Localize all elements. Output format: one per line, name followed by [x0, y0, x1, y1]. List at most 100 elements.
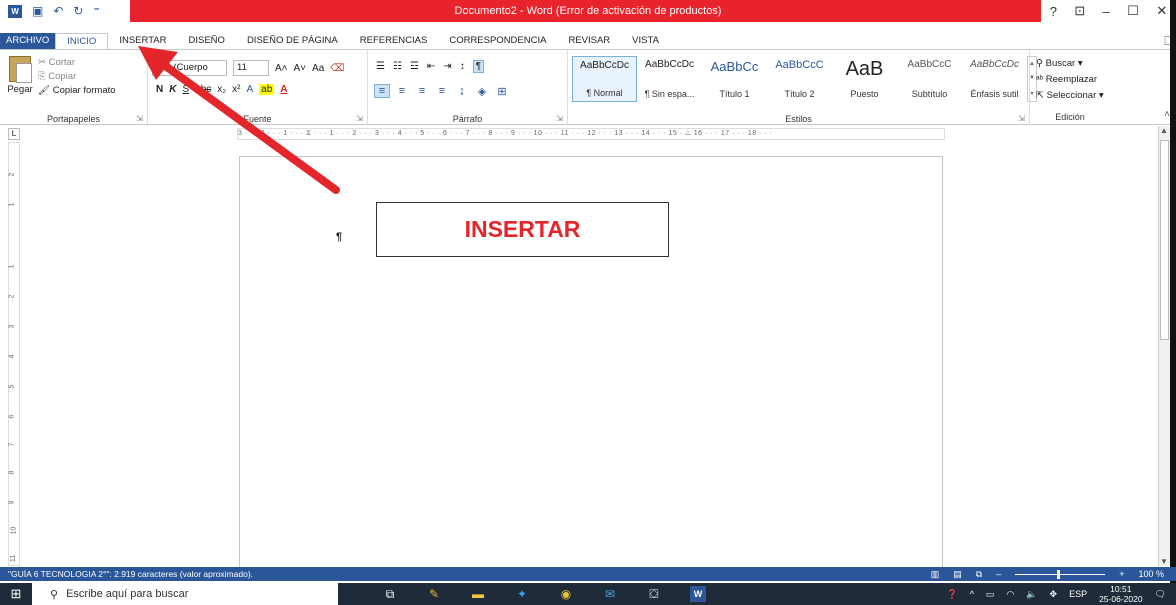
chrome-icon[interactable]: ◉	[558, 586, 574, 602]
store-icon[interactable]: ⛋	[646, 586, 662, 602]
font-launcher-icon[interactable]: ⇲	[356, 114, 363, 123]
tab-insertar[interactable]: INSERTAR	[108, 33, 177, 49]
clock[interactable]: 10:51 25-06-2020	[1099, 584, 1142, 604]
clear-formatting-icon[interactable]: ⌫	[330, 63, 344, 74]
sort-icon[interactable]: ↕	[460, 61, 465, 72]
align-left-icon[interactable]: ≡	[374, 84, 390, 98]
shrink-font-icon[interactable]: A˅	[294, 63, 307, 74]
multilevel-list-icon[interactable]: ☲	[410, 61, 419, 72]
style-title[interactable]: AaB Puesto	[832, 56, 897, 102]
italic-button[interactable]: K	[169, 84, 176, 95]
paint-icon[interactable]: ✎	[426, 586, 442, 602]
tab-correspondencia[interactable]: CORRESPONDENCIA	[438, 33, 557, 49]
justify-icon[interactable]: ≡	[434, 84, 450, 98]
scroll-down-icon[interactable]: ▼	[1160, 557, 1168, 566]
ribbon-display-options-icon[interactable]: ⊡	[1074, 3, 1085, 19]
replace-button[interactable]: ᵃᵇ Reemplazar	[1036, 72, 1104, 88]
tab-diseno-de-pagina[interactable]: DISEÑO DE PÁGINA	[236, 33, 349, 49]
horizontal-ruler[interactable]: 3 · · · 2 · · · 1 · · · ⧖ · · · 1 · · · …	[237, 128, 945, 140]
underline-button[interactable]: S	[182, 84, 189, 95]
vertical-scrollbar[interactable]: ▲ ▼	[1158, 126, 1170, 566]
minimize-button[interactable]: –	[1103, 4, 1110, 19]
align-right-icon[interactable]: ≡	[414, 84, 430, 98]
tab-archivo[interactable]: ARCHIVO	[0, 33, 56, 49]
clipboard-launcher-icon[interactable]: ⇲	[136, 114, 143, 123]
wifi-icon[interactable]: ◠	[1006, 589, 1014, 600]
copy-button[interactable]: ⎘ Copiar	[38, 70, 116, 84]
superscript-button[interactable]: x²	[232, 84, 240, 95]
select-button[interactable]: ⇱ Seleccionar ▾	[1036, 88, 1104, 104]
dropbox-icon[interactable]: ✥	[1050, 589, 1058, 600]
scrollbar-thumb[interactable]	[1160, 140, 1169, 340]
more-styles-icon[interactable]: ▾	[1030, 90, 1033, 97]
maximize-button[interactable]: ☐	[1127, 3, 1139, 19]
tab-inicio[interactable]: INICIO	[55, 33, 109, 49]
numbering-icon[interactable]: ☷	[393, 61, 402, 72]
vscode-icon[interactable]: ✦	[514, 586, 530, 602]
paragraph-launcher-icon[interactable]: ⇲	[556, 114, 563, 123]
tab-referencias[interactable]: REFERENCIAS	[349, 33, 439, 49]
notifications-icon[interactable]: 🗨	[1155, 589, 1166, 600]
style-no-spacing[interactable]: AaBbCcDc ¶ Sin espa...	[637, 56, 702, 102]
zoom-level[interactable]: 100 %	[1138, 569, 1164, 579]
line-spacing-icon[interactable]: ↨	[454, 84, 470, 98]
borders-icon[interactable]: ⊞	[494, 84, 510, 98]
undo-icon[interactable]: ↶	[53, 5, 63, 17]
find-button[interactable]: ⚲ Buscar ▾	[1036, 56, 1104, 72]
highlight-color-icon[interactable]: ab	[259, 84, 275, 95]
read-mode-icon[interactable]: ▥	[931, 569, 940, 580]
change-case-button[interactable]: Aa	[312, 63, 324, 74]
chevron-up-icon[interactable]: ^	[970, 589, 974, 599]
scroll-up-icon[interactable]: ▲	[1160, 126, 1168, 135]
start-button[interactable]: ⊞	[0, 583, 32, 605]
vertical-ruler[interactable]: 2 1 1 2 3 4 5 6 7 8 9 10 11	[8, 142, 20, 566]
battery-icon[interactable]: ▭	[986, 589, 995, 600]
shading-icon[interactable]: ◈	[474, 84, 490, 98]
strikethrough-button[interactable]: abc	[195, 84, 211, 95]
style-normal[interactable]: AaBbCcDc ¶ Normal	[572, 56, 637, 102]
file-explorer-icon[interactable]: ▬	[470, 586, 486, 602]
zoom-slider-knob[interactable]	[1057, 569, 1061, 579]
language-indicator[interactable]: ESP	[1069, 589, 1087, 599]
zoom-slider[interactable]	[1015, 569, 1106, 579]
chevron-down-icon[interactable]: ▼	[1029, 75, 1035, 81]
font-name-select[interactable]: libri (Cuerpo	[152, 60, 227, 76]
chevron-up-icon[interactable]: ▲	[1029, 61, 1035, 67]
customize-toolbar-icon[interactable]: ⁼	[93, 5, 99, 17]
word-taskbar-icon[interactable]: W	[690, 586, 706, 602]
zoom-in-button[interactable]: +	[1119, 569, 1124, 579]
insertar-text-box[interactable]: INSERTAR	[376, 202, 669, 257]
style-subtitle[interactable]: AaBbCcC Subtítulo	[897, 56, 962, 102]
show-marks-icon[interactable]: ¶	[472, 60, 485, 73]
format-painter-button[interactable]: 🖌 Copiar formato	[38, 84, 116, 98]
help-button[interactable]: ?	[1050, 4, 1057, 19]
zoom-out-button[interactable]: –	[996, 569, 1001, 579]
print-layout-icon[interactable]: ▤	[953, 569, 962, 580]
tab-revisar[interactable]: REVISAR	[557, 33, 621, 49]
decrease-indent-icon[interactable]: ⇤	[427, 61, 435, 72]
bullets-icon[interactable]: ☰	[376, 61, 385, 72]
web-layout-icon[interactable]: ⧉	[976, 569, 982, 580]
tab-diseno[interactable]: DISEÑO	[178, 33, 236, 49]
mail-icon[interactable]: ✉	[602, 586, 618, 602]
increase-indent-icon[interactable]: ⇥	[443, 61, 451, 72]
paste-button[interactable]: Pegar	[4, 56, 36, 95]
task-view-icon[interactable]: ⧉	[382, 586, 398, 602]
styles-launcher-icon[interactable]: ⇲	[1018, 114, 1025, 123]
bold-button[interactable]: N	[156, 84, 163, 95]
grow-font-icon[interactable]: A˄	[275, 63, 288, 74]
font-size-select[interactable]: 11	[233, 60, 269, 76]
font-color-icon[interactable]: A	[280, 84, 287, 95]
align-center-icon[interactable]: ≡	[394, 84, 410, 98]
cut-button[interactable]: ✂ Cortar	[38, 56, 116, 70]
taskbar-search[interactable]: ⚲ Escribe aquí para buscar	[32, 583, 338, 605]
style-heading-1[interactable]: AaBbCc Título 1	[702, 56, 767, 102]
redo-icon[interactable]: ↻	[73, 5, 83, 17]
text-effects-icon[interactable]: A	[247, 84, 254, 95]
tab-vista[interactable]: VISTA	[621, 33, 670, 49]
close-button[interactable]: ✕	[1156, 3, 1167, 19]
help-tray-icon[interactable]: ❓	[946, 589, 957, 600]
subscript-button[interactable]: x₂	[217, 84, 226, 95]
volume-icon[interactable]: 🔈	[1026, 589, 1037, 600]
style-heading-2[interactable]: AaBbCcC Título 2	[767, 56, 832, 102]
